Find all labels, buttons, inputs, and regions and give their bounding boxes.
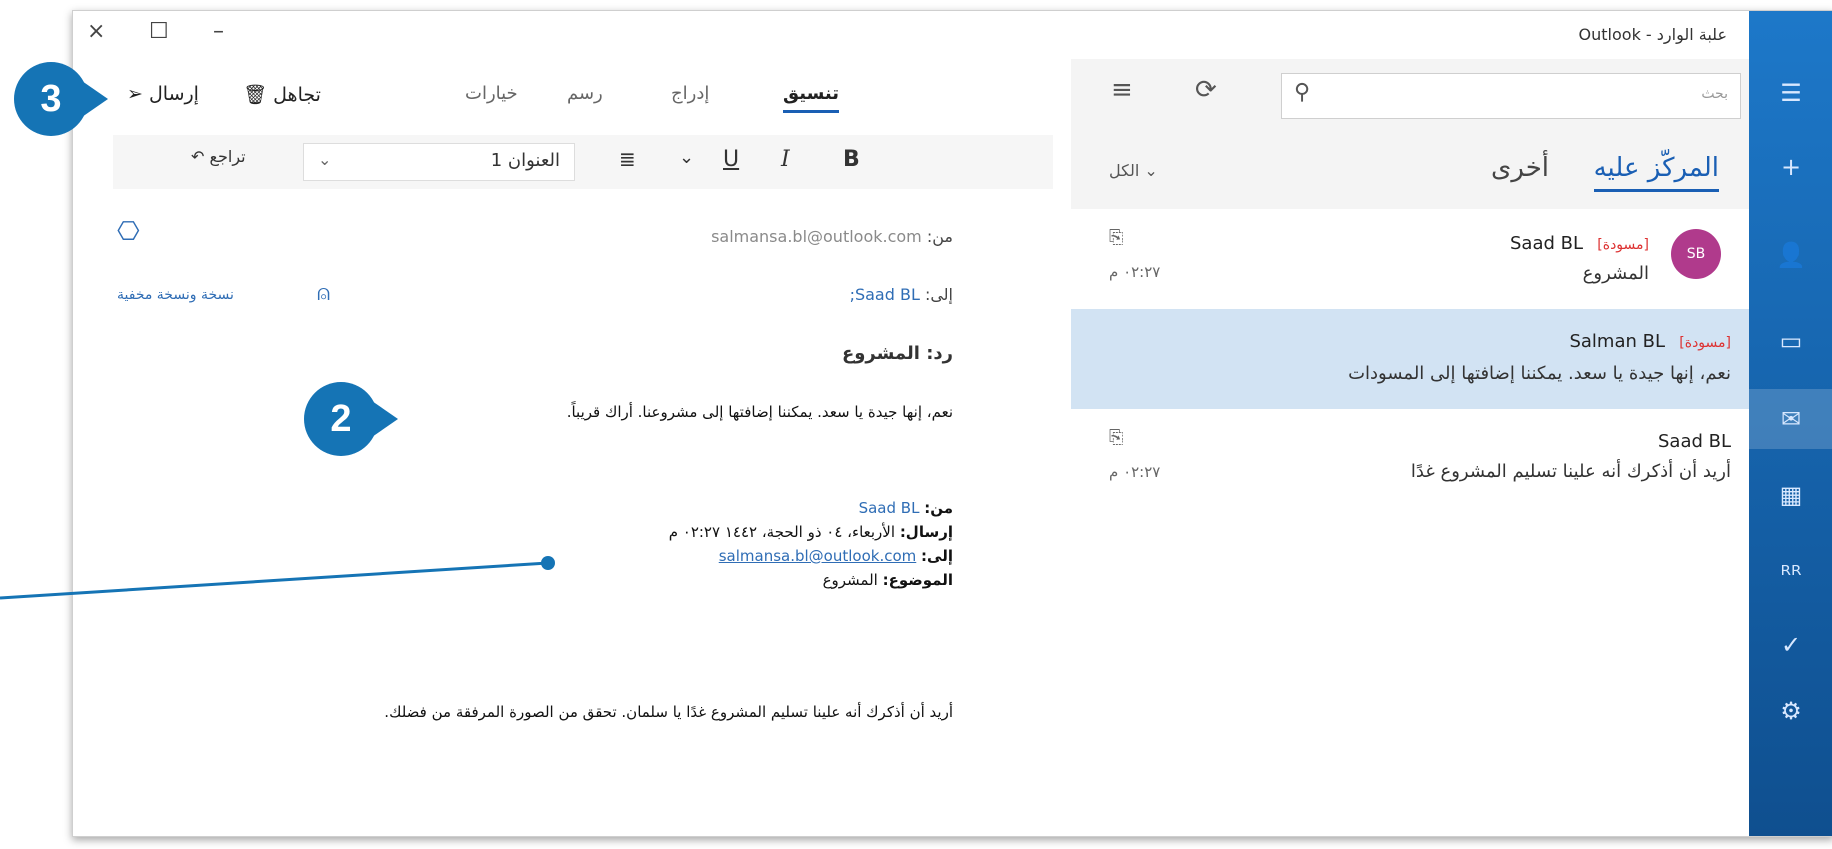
callout-leader-line: [0, 556, 555, 600]
callout-number: 3: [14, 62, 88, 136]
callout-number: 2: [304, 382, 378, 456]
callout-step-2: 2: [304, 382, 398, 456]
callout-arrow-icon: [82, 81, 108, 117]
callout-arrow-icon: [372, 401, 398, 437]
callout-step-3: 3: [14, 62, 108, 136]
